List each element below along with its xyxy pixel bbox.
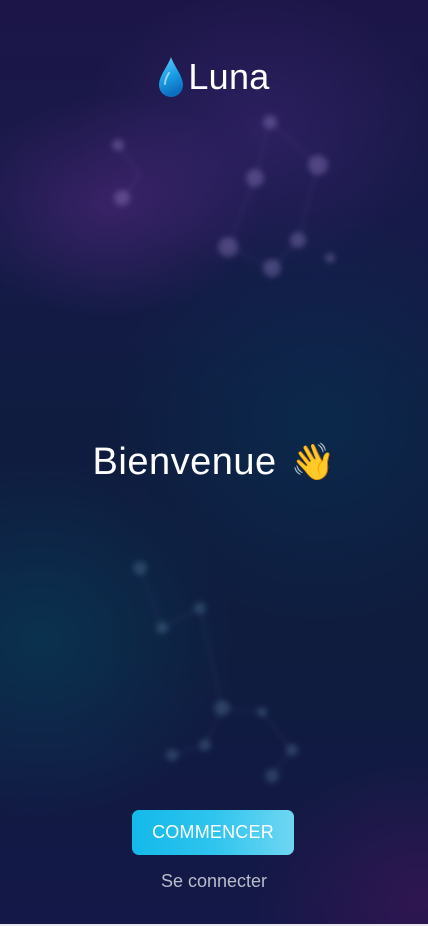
welcome-title: Bienvenue — [92, 441, 277, 483]
welcome-heading: Bienvenue 👋 — [0, 436, 428, 488]
start-button[interactable]: COMMENCER — [132, 810, 294, 855]
app-logo: Luna — [0, 56, 428, 98]
login-link[interactable]: Se connecter — [0, 870, 428, 892]
app-name: Luna — [188, 56, 270, 97]
water-drop-icon — [159, 57, 184, 97]
welcome-screen: Luna Bienvenue 👋 COMMENCER Se connecter — [0, 0, 428, 926]
waving-hand-icon: 👋 — [290, 441, 336, 482]
